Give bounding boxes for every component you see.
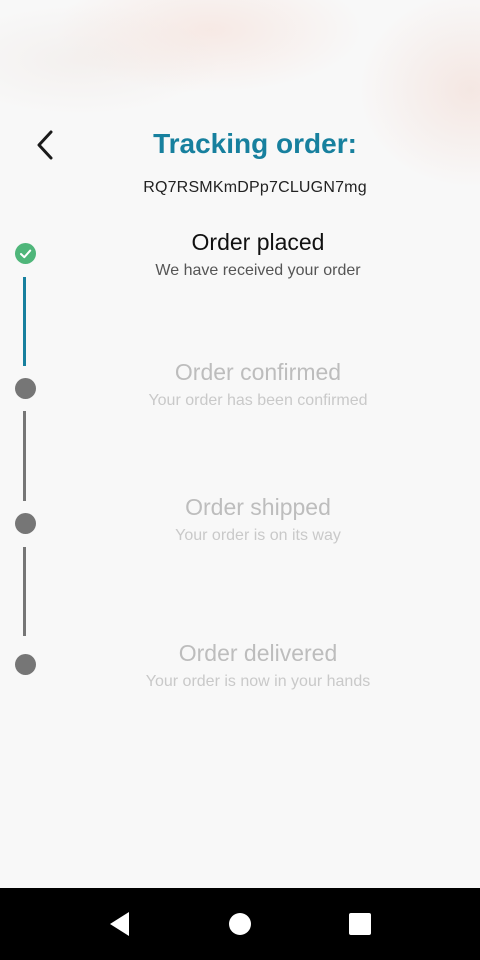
step-2-dot	[15, 378, 36, 399]
timeline-connector-3	[23, 547, 26, 636]
order-id: RQ7RSMKmDPp7CLUGN7mg	[143, 179, 367, 196]
step-3-dot	[15, 513, 36, 534]
step-description: Your order is now in your hands	[145, 673, 371, 690]
step-description: We have received your order	[155, 262, 361, 279]
step-description: Your order has been confirmed	[148, 392, 368, 409]
square-recents-icon	[349, 913, 371, 935]
step-4-dot	[15, 654, 36, 675]
timeline-connector-1	[23, 277, 26, 366]
step-title: Order placed	[191, 229, 325, 255]
timeline-connector-2	[23, 411, 26, 501]
step-1-done-dot	[15, 243, 36, 264]
page-title: Tracking order:	[153, 128, 357, 159]
nav-back-button[interactable]	[90, 888, 150, 960]
system-navigation-bar	[0, 888, 480, 960]
circle-home-icon	[229, 913, 251, 935]
step-order-confirmed: Order confirmed Your order has been conf…	[36, 359, 480, 410]
step-description: Your order is on its way	[175, 527, 341, 544]
triangle-back-icon	[110, 912, 129, 936]
step-title: Order delivered	[178, 640, 338, 666]
step-order-delivered: Order delivered Your order is now in you…	[36, 640, 480, 691]
step-title: Order shipped	[185, 494, 331, 520]
nav-home-button[interactable]	[210, 888, 270, 960]
step-order-shipped: Order shipped Your order is on its way	[36, 494, 480, 545]
step-title: Order confirmed	[174, 359, 342, 385]
check-icon	[20, 249, 32, 259]
step-order-placed: Order placed We have received your order	[36, 229, 480, 280]
nav-recents-button[interactable]	[330, 888, 390, 960]
